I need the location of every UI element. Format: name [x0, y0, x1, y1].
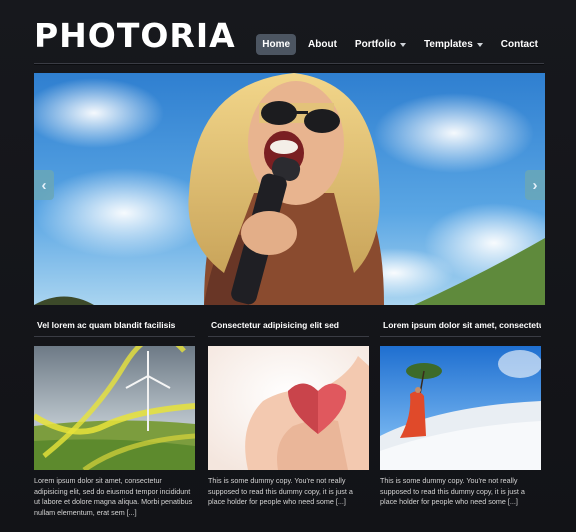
nav-item-label: About: [308, 39, 337, 50]
feature-card-1: Vel lorem ac quam blandit facilisis Lore…: [34, 320, 195, 518]
nav-item-label: Templates: [424, 39, 473, 50]
hero-image: [34, 73, 545, 305]
title-divider: [380, 336, 541, 337]
title-divider: [34, 336, 195, 337]
dune-umbrella-image: [380, 346, 541, 470]
feature-thumbnail[interactable]: [208, 346, 369, 470]
header-divider: [34, 63, 544, 65]
caret-down-icon: [400, 42, 407, 47]
feature-title[interactable]: Lorem ipsum dolor sit amet, consectetuer: [380, 320, 541, 331]
nav-item-templates[interactable]: Templates: [418, 34, 489, 55]
paper-heart-image: [208, 346, 369, 470]
wind-turbine-image: [34, 346, 195, 470]
feature-title[interactable]: Vel lorem ac quam blandit facilisis: [34, 320, 195, 331]
hero-slider[interactable]: [34, 73, 545, 305]
chevron-left-icon: ‹: [41, 176, 47, 194]
title-divider: [208, 336, 369, 337]
chevron-right-icon: ›: [532, 176, 538, 194]
feature-card-3: Lorem ipsum dolor sit amet, consectetuer: [380, 320, 541, 508]
nav-item-label: Home: [262, 39, 291, 50]
site-logo[interactable]: PHOTORIA: [34, 18, 236, 54]
feature-text: Lorem ipsum dolor sit amet, consectetur …: [34, 476, 193, 517]
nav-item-portfolio[interactable]: Portfolio: [349, 34, 412, 55]
feature-card-2: Consectetur adipisicing elit sed This is…: [208, 320, 369, 508]
nav-item-label: Portfolio: [354, 39, 397, 50]
caret-down-icon: [476, 42, 483, 47]
nav-item-about[interactable]: About: [302, 34, 343, 55]
nav-item-label: Contact: [500, 39, 538, 50]
feature-thumbnail[interactable]: [380, 346, 541, 470]
main-nav: Home About Portfolio Templates Contact: [256, 34, 544, 55]
feature-text: This is some dummy copy. You're not real…: [380, 476, 525, 507]
feature-thumbnail[interactable]: [34, 346, 195, 470]
page: PHOTORIA Home About Portfolio Templates …: [0, 0, 576, 532]
slider-prev-button[interactable]: ‹: [34, 170, 54, 200]
slider-next-button[interactable]: ›: [525, 170, 545, 200]
nav-item-contact[interactable]: Contact: [495, 34, 544, 55]
feature-title[interactable]: Consectetur adipisicing elit sed: [208, 320, 369, 331]
nav-item-home[interactable]: Home: [256, 34, 297, 55]
feature-text: This is some dummy copy. You're not real…: [208, 476, 353, 507]
